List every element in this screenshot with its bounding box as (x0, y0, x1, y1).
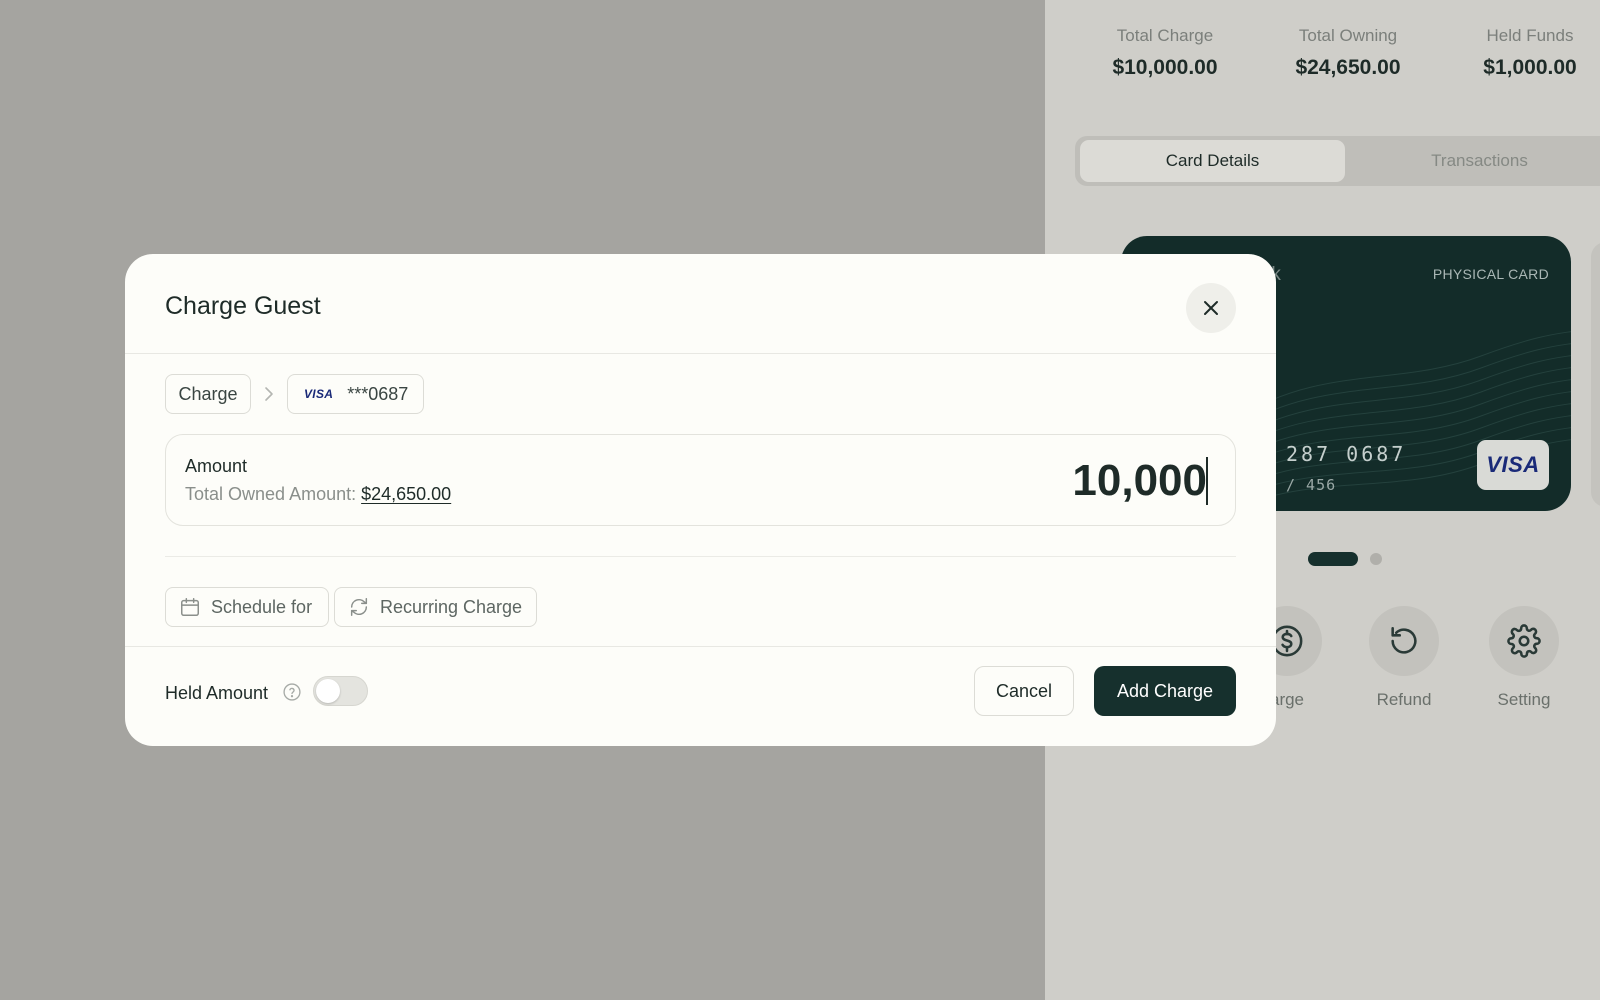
stat-label: Total Charge (1116, 26, 1214, 45)
card-masked-number: ***0687 (347, 383, 409, 404)
recurring-label: Recurring Charge (380, 596, 523, 617)
tab-card-details[interactable]: Card Details (1080, 140, 1345, 182)
stat-value: $24,650.00 (1295, 56, 1401, 79)
text-caret (1206, 457, 1208, 505)
owned-amount-link[interactable]: $24,650.00 (361, 484, 451, 504)
owned-amount-line: Total Owned Amount: $24,650.00 (185, 484, 451, 505)
held-amount-label: Held Amount (165, 683, 269, 703)
action-refund[interactable]: Refund (1354, 606, 1454, 710)
amount-field[interactable]: Amount Total Owned Amount: $24,650.00 (165, 434, 1236, 526)
modal-header: Charge Guest (125, 254, 1276, 354)
breadcrumb-card[interactable]: VISA ***0687 (287, 374, 424, 414)
visa-logo: VISA (1477, 440, 1549, 490)
card-number: 287 0687 (1286, 442, 1407, 466)
calendar-icon (181, 598, 199, 616)
amount-input[interactable] (807, 453, 1207, 509)
help-icon[interactable] (282, 682, 302, 702)
stat-value: $1,000.00 (1483, 56, 1577, 79)
stat-value: $10,000.00 (1112, 56, 1218, 79)
chevron-right-icon (265, 387, 273, 401)
panel-tabs: Card Details Transactions (1075, 136, 1600, 186)
schedule-label: Schedule for (211, 596, 313, 617)
action-setting[interactable]: Setting (1474, 606, 1574, 710)
pagination-dot[interactable] (1370, 553, 1382, 565)
stat-total-owning: Total Owning $24,650.00 (1278, 26, 1418, 80)
modal-title: Charge Guest (165, 292, 321, 320)
stat-held-funds: Held Funds $1,000.00 (1465, 26, 1595, 80)
owned-amount-label: Total Owned Amount: (185, 484, 357, 504)
visa-logo: VISA (304, 387, 334, 401)
recurring-charge-button[interactable]: Recurring Charge (334, 587, 537, 627)
amount-label: Amount (185, 456, 248, 476)
card-cvv: / 456 (1286, 476, 1337, 494)
divider (165, 556, 1236, 557)
gear-icon (1489, 606, 1559, 676)
stats-row: Total Charge $10,000.00 Total Owning $24… (1045, 26, 1600, 96)
stat-total-charge: Total Charge $10,000.00 (1101, 26, 1229, 80)
held-amount-toggle[interactable] (313, 676, 368, 706)
charge-guest-modal: Charge Guest Charge VISA ***0687 Amount … (125, 254, 1276, 746)
close-icon (1204, 301, 1218, 315)
toggle-knob (316, 679, 340, 703)
cancel-button[interactable]: Cancel (974, 666, 1074, 716)
schedule-button[interactable]: Schedule for (165, 587, 329, 627)
breadcrumb-charge[interactable]: Charge (165, 374, 251, 414)
stat-label: Total Owning (1298, 26, 1398, 45)
tab-transactions[interactable]: Transactions (1347, 140, 1600, 182)
action-label: Setting (1497, 690, 1551, 709)
add-charge-button[interactable]: Add Charge (1094, 666, 1236, 716)
recurring-icon (350, 598, 368, 616)
close-button[interactable] (1186, 283, 1236, 333)
pagination-dot-active[interactable] (1308, 552, 1358, 566)
refund-icon (1369, 606, 1439, 676)
card-type: PHYSICAL CARD (1432, 266, 1549, 282)
next-card-peek[interactable] (1591, 242, 1600, 507)
modal-footer: Held Amount Cancel Add Charge (125, 646, 1276, 746)
stat-label: Held Funds (1486, 26, 1574, 45)
action-label: Refund (1376, 690, 1432, 709)
